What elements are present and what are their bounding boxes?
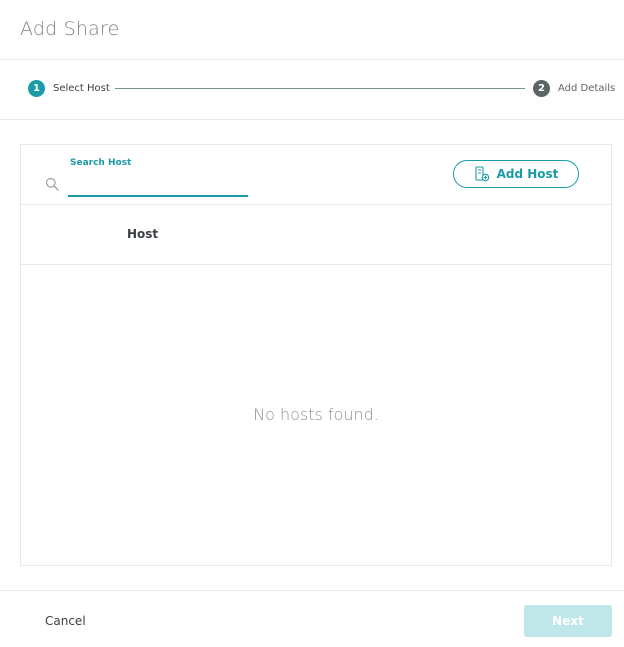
search-host-input[interactable] (68, 171, 248, 197)
column-header-host[interactable]: Host (127, 227, 158, 241)
table-header-row: Host (21, 205, 611, 265)
step-number: 2 (533, 80, 550, 97)
add-host-button[interactable]: Add Host (453, 160, 579, 188)
wizard-stepper: 1 Select Host 2 Add Details (0, 60, 624, 120)
step-select-host: 1 Select Host (28, 80, 110, 97)
step-number: 1 (28, 80, 45, 97)
dialog-header: Add Share (0, 0, 624, 60)
search-host-label: Search Host (70, 158, 132, 168)
next-button[interactable]: Next (524, 605, 612, 637)
add-host-label: Add Host (496, 167, 559, 181)
host-toolbar: Search Host Add Host (21, 145, 611, 205)
dialog-title: Add Share (20, 18, 120, 40)
cancel-button[interactable]: Cancel (45, 614, 86, 628)
host-list-panel: Search Host Add Host Host No hosts found… (20, 144, 612, 566)
step-label: Select Host (53, 83, 110, 94)
add-share-dialog: Add Share 1 Select Host 2 Add Details Se… (0, 0, 624, 647)
step-label: Add Details (558, 83, 616, 94)
server-plus-icon (474, 166, 490, 182)
search-icon (45, 176, 59, 191)
empty-state-message: No hosts found. (253, 405, 379, 424)
step-connector-line (115, 88, 525, 89)
step-add-details: 2 Add Details (533, 80, 615, 97)
dialog-footer: Cancel Next (0, 590, 624, 647)
